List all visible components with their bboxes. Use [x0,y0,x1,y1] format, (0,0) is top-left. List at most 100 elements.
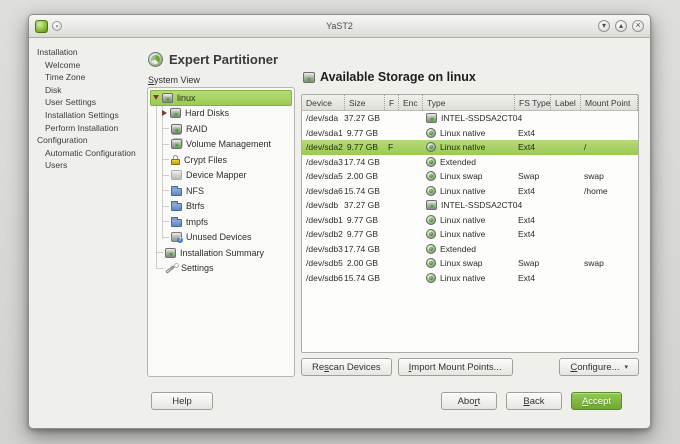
folder-icon [171,201,182,212]
unused-icon [171,232,183,244]
table-actions: Re s can Devices Import Mount Points... Co… [301,358,639,376]
window-menu-button[interactable] [52,21,62,31]
chevron-down-icon: ▾ [624,364,628,371]
cell-mount: / [584,142,587,153]
configure-button[interactable]: Configure... ▾ [559,358,639,376]
summary-icon [165,247,176,258]
tree-item-btrfs[interactable]: Btrfs [150,199,292,215]
sidebar-item-user-settings: User Settings [45,97,97,108]
partition-icon [426,127,436,138]
tree-item-device-mapper[interactable]: Device Mapper [150,168,292,184]
column-header-size[interactable]: Size [344,95,384,110]
tree-connector-tick [162,190,169,192]
tree-item-volume-management[interactable]: Volume Management [150,137,292,153]
rescan-devices-button[interactable]: Re s can Devices [301,358,392,376]
tree-expander-open-icon[interactable] [153,95,159,101]
table-row[interactable]: /dev/sdb5 2.00 GB Linux swap Swap swap [302,256,638,271]
tree-expander-closed-icon[interactable] [162,110,167,117]
table-row[interactable]: /dev/sda5 2.00 GB Linux swap Swap swap [302,169,638,184]
table-row[interactable]: /dev/sda2 9.77 GB F Linux native Ext4 / [302,140,638,155]
tree-item-settings[interactable]: Settings [150,261,292,277]
maximize-icon[interactable] [615,20,627,32]
partition-icon [426,243,436,254]
tree-item-label: RAID [186,123,208,134]
system-view-label: System View [148,75,200,85]
tree-item-raid[interactable]: RAID [150,121,292,137]
back-button[interactable]: Back [505,392,562,410]
column-header-f[interactable]: F [384,95,398,110]
accept-button[interactable]: Accept [570,392,622,410]
table-row[interactable]: /dev/sdb 37.27 GB INTEL-SSDSA2CT04 [302,198,638,213]
column-header-label[interactable]: Label [550,95,580,110]
tree-connector-tick [156,252,163,254]
tree-item-label: NFS [186,185,204,196]
table-row[interactable]: /dev/sdb3 17.74 GB Extended [302,242,638,257]
cell-fs_type: Ext4 [518,127,536,138]
table-row[interactable]: /dev/sdb1 9.77 GB Linux native Ext4 [302,213,638,228]
tree-connector-tick [162,143,169,145]
tree-connector-tick [162,174,169,176]
system-view-tree: linux Hard Disks RAID Volume Management Cryp… [147,87,295,377]
column-header-enc[interactable]: Enc [398,95,422,110]
sidebar-item-installation: Installation [37,47,78,57]
tree-item-label: Volume Management [186,139,272,150]
cell-device: /dev/sda5 [306,171,343,182]
partition-icon [426,272,436,283]
storage-table-body: /dev/sda 37.27 GB INTEL-SSDSA2CT04/dev/sda… [302,111,638,285]
column-header-mount-point[interactable]: Mount Point [580,95,638,110]
column-header-type[interactable]: Type [422,95,514,110]
cell-size: 9.77 GB [346,229,378,240]
sidebar-item-installation-settings: Installation Settings [45,109,119,120]
tree-connector-tick [162,236,169,238]
tree-connector-tick [162,205,169,207]
desktop-background: YaST2 Installation Welcome Time ZoneDisk Us… [0,0,680,444]
disk-icon [303,71,315,83]
tree-item-crypt-files[interactable]: Crypt Files [150,152,292,168]
table-row[interactable]: /dev/sdb2 9.77 GB Linux native Ext4 [302,227,638,242]
window-title: YaST2 [326,21,353,31]
tree-item-installation-summary[interactable]: Installation Summary [150,245,292,261]
partitioner-icon [148,52,163,67]
cell-device: /dev/sdb5 [306,258,343,269]
sidebar-item-welcome: Welcome [45,59,81,70]
cell-type: Linux swap [422,258,514,269]
partition-icon [426,258,436,269]
close-icon[interactable] [632,20,644,32]
wand-icon [165,262,179,274]
table-row[interactable]: /dev/sdb6 15.74 GB Linux native Ext4 [302,271,638,286]
help-button[interactable]: Help [151,392,213,410]
partition-icon [426,229,436,240]
cell-size: 37.27 GB [344,200,380,211]
type-label: Linux native [440,185,486,196]
cell-device: /dev/sda [306,113,339,124]
import-mount-points-button[interactable]: Import Mount Points... [397,358,513,376]
abort-button[interactable]: Abo r t [440,392,497,410]
tree-item-hard-disks[interactable]: Hard Disks [150,106,292,122]
type-label: Linux native [440,272,486,283]
partition-icon [426,156,436,167]
table-row[interactable]: /dev/sda3 17.74 GB Extended [302,155,638,170]
table-row[interactable]: /dev/sda1 9.77 GB Linux native Ext4 [302,126,638,141]
tree-item-linux[interactable]: linux [150,90,292,106]
titlebar[interactable]: YaST2 [29,15,650,38]
type-label: Linux native [440,229,486,240]
type-label: Linux native [440,214,486,225]
cell-f: F [388,142,394,153]
cell-type: INTEL-SSDSA2CT04 [422,200,522,211]
tree-item-tmpfs[interactable]: tmpfs [150,214,292,230]
cell-type: Linux native [422,185,514,196]
type-label: Extended [440,243,476,254]
column-header-fs-type[interactable]: FS Type [514,95,551,110]
cell-device: /dev/sda2 [306,142,343,153]
minimize-icon[interactable] [598,20,610,32]
tree-item-nfs[interactable]: NFS [150,183,292,199]
page-title: Expert Partitioner [169,52,279,67]
volume-icon [171,139,182,150]
column-header-device[interactable]: Device [302,95,344,110]
cell-size: 9.77 GB [346,142,378,153]
footer-bar: Help Abo r t Back Accept [29,389,650,413]
table-row[interactable]: /dev/sda 37.27 GB INTEL-SSDSA2CT04 [302,111,638,126]
cell-fs_type: Ext4 [518,214,536,225]
tree-item-unused-devices[interactable]: Unused Devices [150,230,292,246]
table-row[interactable]: /dev/sda6 15.74 GB Linux native Ext4/home [302,184,638,199]
